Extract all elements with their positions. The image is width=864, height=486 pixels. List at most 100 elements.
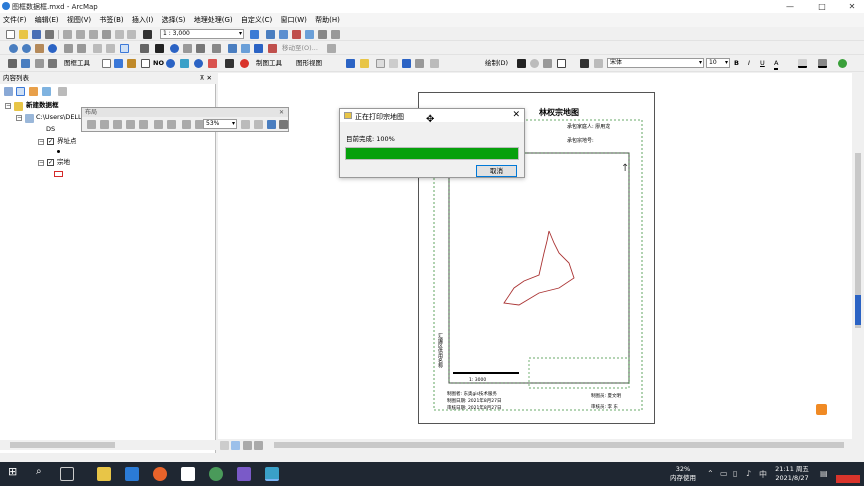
globe-icon[interactable] xyxy=(166,59,175,68)
underline-button[interactable]: U xyxy=(760,59,765,68)
collapse-layer-0-icon[interactable]: − xyxy=(38,139,44,145)
table-window-icon[interactable] xyxy=(21,59,30,68)
fixed-zoom-out-icon[interactable] xyxy=(77,44,86,53)
menu-geoprocessing[interactable]: 地理处理(G) xyxy=(191,13,236,27)
italic-button[interactable]: I xyxy=(748,59,750,68)
line-color-icon[interactable] xyxy=(818,59,827,68)
change-layout-icon[interactable] xyxy=(267,120,276,129)
table-icon[interactable] xyxy=(266,30,275,39)
frame-tools-menu[interactable]: 图框工具 xyxy=(64,59,90,68)
folder-icon[interactable] xyxy=(360,59,369,68)
layout-view-tab-icon[interactable] xyxy=(231,441,240,450)
cut-icon[interactable] xyxy=(63,30,72,39)
toc-scroll-thumb[interactable] xyxy=(10,442,115,448)
full-extent-icon[interactable] xyxy=(48,44,57,53)
font-name-combo[interactable]: 宋体 ▾ xyxy=(607,58,704,68)
menu-selection[interactable]: 选择(S) xyxy=(159,13,189,27)
arctoolbox-icon[interactable] xyxy=(318,30,327,39)
editor-toolbar-icon[interactable] xyxy=(250,30,259,39)
close-window-button[interactable]: ✕ xyxy=(842,1,862,12)
tray-arrow-icon[interactable]: ⌃ xyxy=(707,469,714,478)
identify-icon[interactable] xyxy=(170,44,179,53)
layout-icon[interactable] xyxy=(279,30,288,39)
layout-vertical-scrollbar[interactable] xyxy=(852,73,864,439)
menu-bookmarks[interactable]: 书签(B) xyxy=(96,13,126,27)
list-by-source-icon[interactable] xyxy=(16,87,25,96)
cancel-button[interactable]: 取消 xyxy=(476,165,517,177)
link-icon[interactable] xyxy=(180,59,189,68)
zoom-in-icon[interactable] xyxy=(9,44,18,53)
move-to-button[interactable]: 移动至(O)... xyxy=(282,44,318,53)
select-elements-icon[interactable] xyxy=(155,44,164,53)
find-icon[interactable] xyxy=(228,44,237,53)
task-view-icon[interactable] xyxy=(60,467,74,481)
clear-selection-icon[interactable] xyxy=(140,44,149,53)
volume-icon[interactable]: ♪ xyxy=(746,469,751,478)
menu-edit[interactable]: 编辑(E) xyxy=(32,13,62,27)
paste-icon[interactable] xyxy=(89,30,98,39)
layout-toolbar-close[interactable]: ✕ xyxy=(279,108,284,117)
graph-icon[interactable] xyxy=(208,59,217,68)
new-icon[interactable] xyxy=(6,30,15,39)
menu-customize[interactable]: 自定义(C) xyxy=(238,13,275,27)
fixed-zoom-out-layout-icon[interactable] xyxy=(167,120,176,129)
open-icon[interactable] xyxy=(19,30,28,39)
zoom-100-icon[interactable] xyxy=(139,120,148,129)
layer-visibility-checkbox[interactable]: ✓ xyxy=(47,138,54,145)
copy-icon[interactable] xyxy=(76,30,85,39)
collapse-path-icon[interactable]: − xyxy=(16,115,22,121)
menu-windows[interactable]: 窗口(W) xyxy=(277,13,309,27)
list-by-visibility-icon[interactable] xyxy=(29,87,38,96)
layout-view-icon[interactable] xyxy=(48,59,57,68)
layer-name[interactable]: 宗地 xyxy=(57,158,70,167)
dataframe-name[interactable]: 新建数据框 xyxy=(26,101,59,110)
catalog-icon[interactable] xyxy=(292,30,301,39)
fill-color-icon[interactable] xyxy=(798,59,807,68)
north-arrow-icon[interactable] xyxy=(114,59,123,68)
toc-pin-close[interactable]: ⊼ ✕ xyxy=(200,73,212,84)
minimize-button[interactable]: — xyxy=(780,1,800,12)
rectangle-icon[interactable] xyxy=(102,59,111,68)
fixed-zoom-in-icon[interactable] xyxy=(64,44,73,53)
image-icon[interactable] xyxy=(389,59,398,68)
documents-icon[interactable] xyxy=(181,467,195,481)
forward-extent-icon[interactable] xyxy=(106,44,115,53)
distribute-icon[interactable] xyxy=(430,59,439,68)
pause-drawing-icon[interactable] xyxy=(254,441,263,450)
zoom-whole-layout-icon[interactable] xyxy=(126,120,135,129)
collapse-layer-1-icon[interactable]: − xyxy=(38,160,44,166)
print-preview-icon[interactable] xyxy=(225,59,234,68)
text-tool-icon[interactable] xyxy=(580,59,589,68)
zoom-whole-page-icon[interactable] xyxy=(543,59,552,68)
go-to-xy-icon[interactable] xyxy=(254,44,263,53)
layer-name[interactable]: 界址点 xyxy=(57,137,77,146)
measure-icon[interactable] xyxy=(212,44,221,53)
arcmap-taskbar-icon[interactable] xyxy=(265,467,279,481)
firefox-icon[interactable] xyxy=(153,467,167,481)
menu-insert[interactable]: 插入(I) xyxy=(129,13,157,27)
notification-icon[interactable]: ▤ xyxy=(820,469,828,478)
menu-file[interactable]: 文件(F) xyxy=(0,13,30,27)
zoom-out-layout-icon[interactable] xyxy=(100,120,109,129)
back-layout-icon[interactable] xyxy=(182,120,191,129)
drawing-tools-menu[interactable]: 制图工具 xyxy=(256,59,282,68)
ime-icon[interactable]: 中 xyxy=(759,469,767,480)
print-icon[interactable] xyxy=(45,30,54,39)
select-features-icon[interactable] xyxy=(120,44,129,53)
undo-icon[interactable] xyxy=(115,30,124,39)
page-icon[interactable] xyxy=(376,59,385,68)
list-by-selection-icon[interactable] xyxy=(42,87,51,96)
bold-button[interactable]: B xyxy=(734,59,739,68)
scale-bar-icon[interactable] xyxy=(127,59,136,68)
rotate-icon[interactable] xyxy=(530,59,539,68)
refresh-icon[interactable] xyxy=(243,441,252,450)
zoom-out-icon[interactable] xyxy=(22,44,31,53)
network-icon[interactable]: ▭ xyxy=(720,469,728,478)
feedback-icon[interactable] xyxy=(816,404,827,415)
folder-ds[interactable]: DS xyxy=(46,125,55,134)
menu-view[interactable]: 视图(V) xyxy=(64,13,94,27)
add-data-icon[interactable] xyxy=(143,30,152,39)
fixed-zoom-in-layout-icon[interactable] xyxy=(154,120,163,129)
edit-vertices-icon[interactable] xyxy=(402,59,411,68)
draw-menu[interactable]: 绘制(D) xyxy=(485,59,508,68)
